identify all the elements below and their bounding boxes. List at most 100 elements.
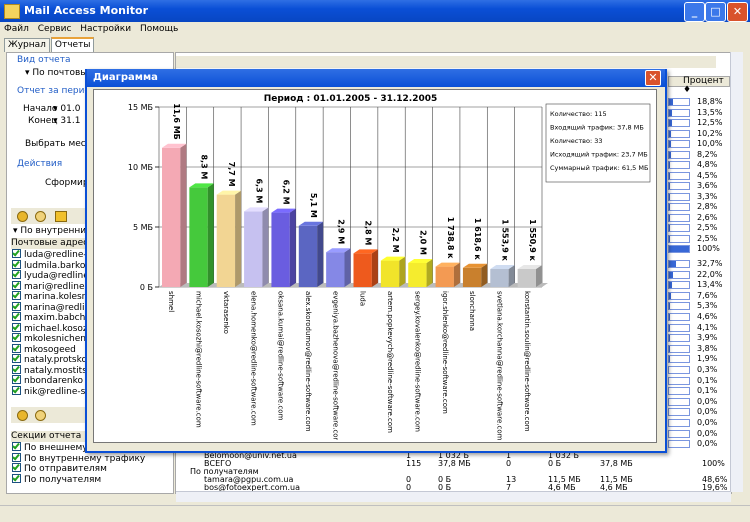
percent-cell: 0,3% xyxy=(668,365,730,376)
percent-bar-fill xyxy=(669,236,670,242)
filter-value: По внутренни xyxy=(20,226,86,236)
percent-cell: 4,8% xyxy=(668,160,730,171)
select-all-sections-icon[interactable] xyxy=(17,410,28,421)
percent-bar xyxy=(668,313,690,321)
maximize-button[interactable]: □ xyxy=(705,2,726,22)
bar-value-label: 2,2 М xyxy=(391,228,400,253)
category-label: vktarasenko xyxy=(222,291,230,334)
dialog-title: Диаграмма xyxy=(93,72,158,83)
checkbox-icon[interactable] xyxy=(12,354,21,363)
tab-journal[interactable]: Журнал xyxy=(4,38,50,52)
deselect-sections-icon[interactable] xyxy=(35,410,46,421)
percent-bar xyxy=(668,440,690,448)
dialog-close-button[interactable]: ✕ xyxy=(645,70,661,86)
percent-bar xyxy=(668,235,690,243)
percent-cell: 4,5% xyxy=(668,171,730,182)
checkbox-icon[interactable] xyxy=(12,260,21,269)
select-all-icon[interactable] xyxy=(17,211,28,222)
percent-value: 3,6% xyxy=(697,181,717,192)
percent-bar-fill xyxy=(669,141,671,147)
deselect-icon[interactable] xyxy=(35,211,46,222)
percent-value: 3,3% xyxy=(697,192,717,203)
percent-bar xyxy=(668,119,690,127)
bar-value-label: 1 618,6 к xyxy=(473,218,482,260)
category-label: evgeniya.bazhenova@redline-software.com xyxy=(331,291,339,440)
percent-bar xyxy=(668,408,690,416)
percent-value: 32,7% xyxy=(697,259,722,270)
bar xyxy=(326,252,344,287)
table-cell-c2: 37,8 МБ xyxy=(438,459,471,468)
bar xyxy=(217,195,235,287)
bar-value-label: 1 738,8 к xyxy=(446,217,455,259)
minimize-button[interactable]: _ xyxy=(684,2,705,22)
checkbox-icon[interactable] xyxy=(12,312,21,321)
section-item[interactable]: По получателям xyxy=(9,474,171,485)
percent-value: 0,3% xyxy=(697,365,717,376)
percent-column-header[interactable]: Процент ♦ xyxy=(668,76,730,87)
close-button[interactable]: ✕ xyxy=(727,2,748,22)
end-date-field[interactable]: ▾ 31.1 xyxy=(53,116,80,126)
address-text: ludmila.barkov xyxy=(24,261,91,271)
section-text: По получателям xyxy=(24,475,101,485)
status-bar xyxy=(0,505,750,522)
percent-bar-fill xyxy=(669,152,671,158)
checkbox-icon[interactable] xyxy=(12,302,21,311)
percent-bar-fill xyxy=(669,246,689,252)
checkbox-icon[interactable] xyxy=(12,249,21,258)
percent-bar xyxy=(668,151,690,159)
bar xyxy=(244,211,262,287)
percent-cell: 10,2% xyxy=(668,129,730,140)
checkbox-icon[interactable] xyxy=(12,333,21,342)
category-label: svetlana.korchanna@redline-software.com xyxy=(495,291,503,440)
tab-reports[interactable]: Отчеты xyxy=(51,37,95,52)
checkbox-icon[interactable] xyxy=(12,323,21,332)
checkbox-icon[interactable] xyxy=(12,386,21,395)
percent-value: 4,6% xyxy=(697,312,717,323)
percent-bar xyxy=(668,377,690,385)
bar xyxy=(436,267,454,287)
group-icon[interactable] xyxy=(55,211,67,222)
checkbox-icon[interactable] xyxy=(12,442,21,451)
bar-value-label: 2,8 М xyxy=(364,220,373,245)
percent-bar xyxy=(668,324,690,332)
percent-value: 0,0% xyxy=(697,407,717,418)
vertical-scrollbar[interactable] xyxy=(730,52,743,492)
section-item[interactable]: По отправителям xyxy=(9,463,171,474)
bar-side xyxy=(454,263,460,287)
percent-value: 100% xyxy=(697,244,720,255)
percent-header-text: Процент xyxy=(683,76,724,86)
section-item[interactable]: По внутреннему трафику xyxy=(9,453,171,464)
checkbox-icon[interactable] xyxy=(12,375,21,384)
percent-value: 3,9% xyxy=(697,333,717,344)
menu-settings[interactable]: Настройки xyxy=(80,22,131,36)
checkbox-icon[interactable] xyxy=(12,463,21,472)
percent-bar xyxy=(668,98,690,106)
filter-select[interactable]: ▾ По внутренни xyxy=(13,226,86,236)
checkbox-icon[interactable] xyxy=(12,474,21,483)
start-date-field[interactable]: ▾ 01.0 xyxy=(53,104,80,114)
percent-value: 13,4% xyxy=(697,280,722,291)
percent-cell: 8,2% xyxy=(668,150,730,161)
checkbox-icon[interactable] xyxy=(12,365,21,374)
menu-help[interactable]: Помощь xyxy=(140,22,178,36)
percent-cell: 13,5% xyxy=(668,108,730,119)
menu-service[interactable]: Сервис xyxy=(38,22,72,36)
checkbox-icon[interactable] xyxy=(12,270,21,279)
bar-side xyxy=(290,209,296,287)
table-cell-c4: 0 Б xyxy=(548,459,561,468)
percent-cell: 4,6% xyxy=(668,312,730,323)
checkbox-icon[interactable] xyxy=(12,344,21,353)
checkbox-icon[interactable] xyxy=(12,453,21,462)
report-type-header: Вид отчета xyxy=(17,55,70,65)
checkbox-icon[interactable] xyxy=(12,281,21,290)
percent-cell: 0,0% xyxy=(668,439,730,450)
legend-entry: Исходящий трафик: 23,7 МБ xyxy=(550,151,648,159)
table-cell-c1: 115 xyxy=(406,459,421,468)
bar xyxy=(518,269,536,287)
checkbox-icon[interactable] xyxy=(12,291,21,300)
percent-value: 0,0% xyxy=(697,418,717,429)
bar-side xyxy=(399,257,405,287)
menu-file[interactable]: Файл xyxy=(4,22,29,36)
percent-value: 2,6% xyxy=(697,213,717,224)
horizontal-scrollbar[interactable] xyxy=(176,491,731,502)
